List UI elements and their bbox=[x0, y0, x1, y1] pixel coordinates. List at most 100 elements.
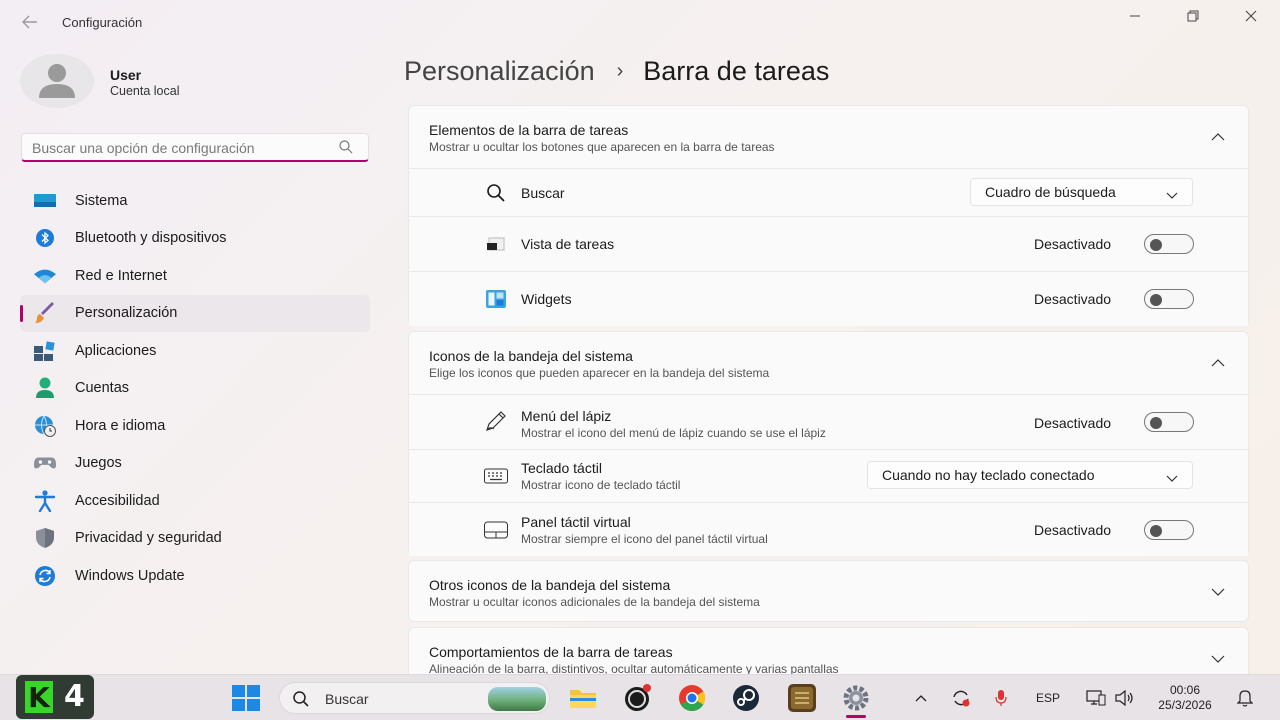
bluetooth-icon bbox=[34, 227, 56, 249]
clock-time: 00:06 bbox=[1169, 683, 1201, 697]
virtual-touchpad-toggle[interactable] bbox=[1144, 520, 1194, 540]
microphone-icon[interactable] bbox=[993, 687, 1009, 709]
dropdown-value: Cuando no hay teclado conectado bbox=[882, 467, 1095, 483]
chevron-down-icon[interactable] bbox=[1208, 650, 1228, 668]
minimize-button[interactable] bbox=[1112, 6, 1158, 26]
channel-logo: K 4 bbox=[16, 675, 94, 719]
sidebar-item-label: Accesibilidad bbox=[75, 492, 160, 509]
widgets-row: Widgets Desactivado bbox=[409, 271, 1248, 326]
settings-search[interactable] bbox=[21, 133, 369, 162]
toggle-state: Desactivado bbox=[1034, 291, 1112, 307]
notification-bell-icon[interactable] bbox=[1235, 687, 1255, 709]
chevron-down-icon[interactable] bbox=[1208, 583, 1228, 601]
chevron-up-icon[interactable] bbox=[1208, 128, 1228, 146]
sidebar-item-privacidad[interactable]: Privacidad y seguridad bbox=[20, 520, 370, 558]
sidebar-item-label: Personalización bbox=[75, 305, 178, 322]
sidebar-item-windows-update[interactable]: Windows Update bbox=[20, 557, 370, 595]
taskbar-search[interactable]: Buscar bbox=[279, 682, 550, 714]
sidebar-item-aplicaciones[interactable]: Aplicaciones bbox=[20, 332, 370, 370]
tray-icons-card: Iconos de la bandeja del sistema Elige l… bbox=[408, 331, 1249, 556]
language-indicator[interactable]: ESP bbox=[1030, 687, 1066, 709]
settings-icon[interactable] bbox=[842, 684, 870, 712]
other-tray-card[interactable]: Otros iconos de la bandeja del sistema M… bbox=[408, 560, 1249, 622]
avatar[interactable] bbox=[20, 54, 94, 108]
section-subtitle: Mostrar u ocultar los botones que aparec… bbox=[429, 140, 775, 154]
chevron-down-icon bbox=[1166, 187, 1178, 199]
file-explorer-icon[interactable] bbox=[569, 684, 597, 712]
sidebar-item-red[interactable]: Red e Internet bbox=[20, 257, 370, 295]
tray-icons-header[interactable]: Iconos de la bandeja del sistema Elige l… bbox=[409, 332, 1248, 394]
toggle-state: Desactivado bbox=[1034, 415, 1112, 431]
clock[interactable]: 00:06 25/3/2026 bbox=[1150, 683, 1220, 713]
touchpad-icon bbox=[484, 518, 508, 542]
taskbar-items-header[interactable]: Elementos de la barra de tareas Mostrar … bbox=[409, 106, 1248, 168]
title-bar: Configuración bbox=[0, 0, 1280, 46]
row-subtitle: Mostrar siempre el icono del panel tácti… bbox=[521, 532, 768, 546]
search-icon[interactable] bbox=[338, 139, 354, 155]
app-title: Configuración bbox=[62, 15, 143, 30]
sidebar-item-label: Hora e idioma bbox=[75, 417, 166, 434]
search-icon bbox=[292, 690, 310, 708]
back-arrow-icon[interactable] bbox=[16, 10, 44, 34]
logo-letter: K bbox=[25, 681, 53, 714]
shield-icon bbox=[34, 527, 56, 549]
sidebar-item-juegos[interactable]: Juegos bbox=[20, 445, 370, 483]
chrome-icon[interactable] bbox=[678, 684, 706, 712]
obs-icon[interactable] bbox=[624, 684, 652, 712]
row-title: Panel táctil virtual bbox=[521, 514, 631, 530]
chevron-up-icon[interactable] bbox=[1208, 354, 1228, 372]
person-icon bbox=[34, 377, 56, 399]
sidebar-item-label: Juegos bbox=[75, 455, 122, 472]
section-subtitle: Elige los iconos que pueden aparecer en … bbox=[429, 366, 770, 380]
sidebar-item-label: Bluetooth y dispositivos bbox=[75, 230, 227, 247]
section-subtitle: Alineación de la barra, distintivos, ocu… bbox=[429, 662, 839, 674]
sidebar-item-cuentas[interactable]: Cuentas bbox=[20, 370, 370, 408]
active-app-indicator bbox=[846, 715, 866, 718]
breadcrumb-separator: › bbox=[616, 59, 624, 82]
gamepad-icon bbox=[34, 452, 56, 474]
breadcrumb: Personalización › Barra de tareas bbox=[404, 54, 829, 88]
touch-keyboard-row: Teclado táctil Mostrar icono de teclado … bbox=[409, 449, 1248, 502]
steam-icon[interactable] bbox=[732, 684, 760, 712]
chevron-up-icon[interactable] bbox=[912, 687, 930, 709]
apps-icon bbox=[34, 340, 56, 362]
keyboard-icon bbox=[484, 464, 508, 488]
search-input[interactable] bbox=[32, 138, 332, 158]
network-icon[interactable] bbox=[1085, 687, 1107, 709]
start-button[interactable] bbox=[231, 685, 261, 711]
sidebar-item-hora[interactable]: Hora e idioma bbox=[20, 407, 370, 445]
breadcrumb-parent[interactable]: Personalización bbox=[404, 56, 595, 87]
dropdown-value: Cuadro de búsqueda bbox=[985, 184, 1116, 200]
sidebar-item-bluetooth[interactable]: Bluetooth y dispositivos bbox=[20, 220, 370, 258]
sync-icon[interactable] bbox=[950, 687, 972, 709]
page-title: Barra de tareas bbox=[643, 55, 830, 86]
sidebar-item-accesibilidad[interactable]: Accesibilidad bbox=[20, 482, 370, 520]
restore-button[interactable] bbox=[1170, 6, 1216, 26]
clock-date: 25/3/2026 bbox=[1158, 698, 1212, 712]
game-icon[interactable] bbox=[788, 684, 816, 712]
logo-number: 4 bbox=[64, 679, 85, 714]
search-icon bbox=[484, 181, 508, 205]
pen-menu-toggle[interactable] bbox=[1144, 412, 1194, 432]
row-title: Menú del lápiz bbox=[521, 408, 612, 424]
sidebar-item-label: Privacidad y seguridad bbox=[75, 530, 222, 547]
account-type: Cuenta local bbox=[110, 84, 180, 98]
buscar-row: Buscar Cuadro de búsqueda bbox=[409, 168, 1248, 216]
sidebar-item-label: Cuentas bbox=[75, 380, 130, 397]
section-subtitle: Mostrar u ocultar iconos adicionales de … bbox=[429, 595, 760, 609]
toggle-state: Desactivado bbox=[1034, 236, 1112, 252]
volume-icon[interactable] bbox=[1114, 687, 1136, 709]
sidebar-item-personalizacion[interactable]: Personalización bbox=[20, 294, 370, 332]
task-view-toggle[interactable] bbox=[1144, 234, 1194, 254]
sidebar-item-sistema[interactable]: Sistema bbox=[20, 182, 370, 220]
search-highlight-image bbox=[488, 687, 546, 711]
windows-taskbar: K 4 Buscar ESP 00:06 25/3/2026 bbox=[0, 674, 1280, 720]
touch-keyboard-dropdown[interactable]: Cuando no hay teclado conectado bbox=[867, 461, 1193, 489]
search-mode-dropdown[interactable]: Cuadro de búsqueda bbox=[970, 178, 1193, 206]
close-button[interactable] bbox=[1228, 6, 1274, 26]
widgets-toggle[interactable] bbox=[1144, 289, 1194, 309]
globe-clock-icon bbox=[34, 415, 56, 437]
taskbar-behaviors-card[interactable]: Comportamientos de la barra de tareas Al… bbox=[408, 627, 1249, 674]
section-title: Comportamientos de la barra de tareas bbox=[429, 644, 673, 660]
chevron-down-icon bbox=[1166, 470, 1178, 482]
